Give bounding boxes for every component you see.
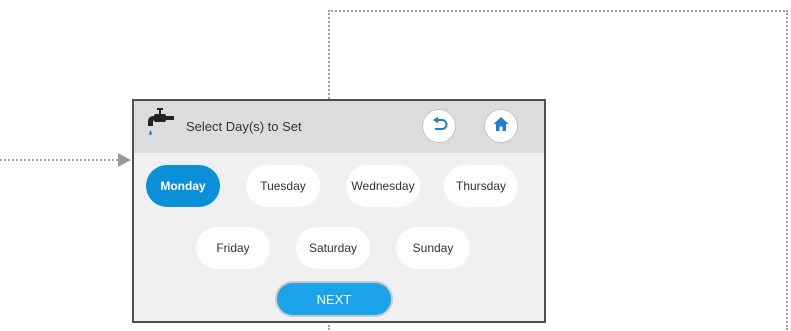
back-button[interactable] xyxy=(422,109,456,143)
callout-line-top xyxy=(328,10,788,12)
home-button[interactable] xyxy=(484,109,518,143)
callout-line-right xyxy=(786,10,788,330)
day-button-sunday[interactable]: Sunday xyxy=(396,227,470,269)
day-button-tuesday[interactable]: Tuesday xyxy=(246,165,320,207)
callout-arrow-icon xyxy=(118,153,131,167)
back-arrow-icon xyxy=(430,115,448,138)
screen-header: Select Day(s) to Set xyxy=(134,101,544,153)
device-screen: Select Day(s) to Set Monday Tuesday Wedn… xyxy=(132,99,546,323)
day-button-friday[interactable]: Friday xyxy=(196,227,270,269)
day-button-wednesday[interactable]: Wednesday xyxy=(346,165,420,207)
callout-line-left xyxy=(0,159,118,161)
day-button-thursday[interactable]: Thursday xyxy=(444,165,518,207)
page-title: Select Day(s) to Set xyxy=(186,119,302,134)
day-button-monday[interactable]: Monday xyxy=(146,165,220,207)
day-button-saturday[interactable]: Saturday xyxy=(296,227,370,269)
home-icon xyxy=(492,115,510,138)
water-tap-icon xyxy=(146,108,174,145)
next-button[interactable]: NEXT xyxy=(277,283,391,315)
